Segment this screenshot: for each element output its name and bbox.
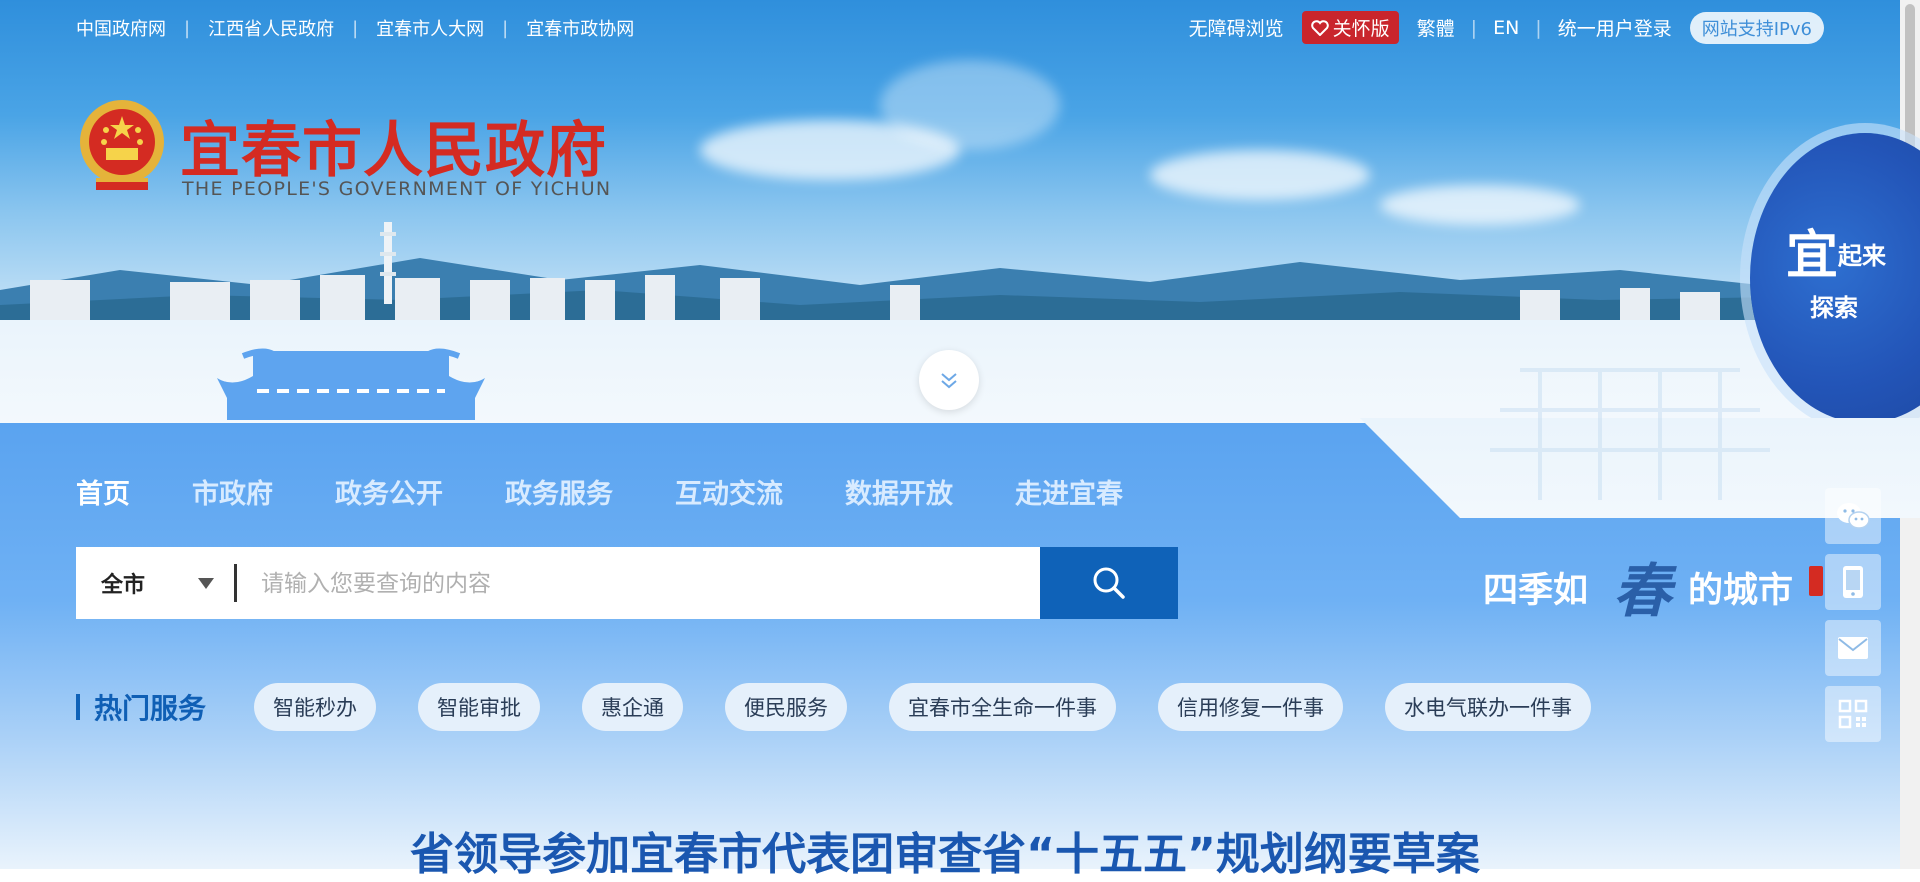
scroll-down-button[interactable] — [919, 350, 979, 410]
seal-stamp-icon — [1809, 566, 1823, 596]
separator: | — [352, 17, 359, 39]
top-right-tools: 无障碍浏览 关怀版 繁體 | EN | 统一用户登录 网站支持IPv6 — [1189, 11, 1824, 44]
link-gov-cn[interactable]: 中国政府网 — [76, 15, 166, 41]
wechat-button[interactable] — [1825, 488, 1881, 544]
separator: | — [502, 17, 509, 39]
hot-services-label: 热门服务 — [94, 692, 207, 725]
search-icon — [1093, 567, 1125, 599]
pagoda — [380, 222, 396, 304]
service-chip[interactable]: 便民服务 — [725, 683, 848, 731]
login-link[interactable]: 统一用户登录 — [1558, 14, 1672, 41]
city-slogan: 四季如 春 的城市 — [1483, 552, 1823, 632]
care-mode-label: 关怀版 — [1332, 18, 1390, 40]
hot-services: 热门服务 智能秒办 智能审批 惠企通 便民服务 宜春市全生命一件事 信用修复一件… — [76, 683, 1633, 731]
search-button[interactable] — [1040, 547, 1178, 619]
heart-icon — [1310, 19, 1329, 36]
service-chip[interactable]: 智能秒办 — [254, 683, 377, 731]
service-chip[interactable]: 宜春市全生命一件事 — [889, 683, 1117, 731]
service-chip[interactable]: 惠企通 — [582, 683, 684, 731]
main-nav: 首页 市政府 政务公开 政务服务 互动交流 数据开放 走进宜春 — [76, 472, 1185, 511]
city-skyline — [0, 258, 1900, 330]
headline-news-title[interactable]: 省领导参加宜春市代表团审查省“十五五”规划纲要草案 — [0, 818, 1890, 882]
english-link[interactable]: EN — [1493, 17, 1519, 39]
service-chip[interactable]: 智能审批 — [418, 683, 541, 731]
explore-badge-big-char: 宜 — [1786, 225, 1839, 286]
cloud — [1150, 150, 1370, 200]
link-jiangxi-gov[interactable]: 江西省人民政府 — [208, 15, 334, 41]
separator: | — [1535, 16, 1542, 39]
search-scope-value: 全市 — [101, 573, 146, 598]
national-emblem-icon — [80, 100, 164, 190]
pavilion-decoration — [1490, 368, 1770, 500]
site-title-en: THE PEOPLE'S GOVERNMENT OF YICHUN — [182, 178, 612, 200]
site-title-cn: 宜春市人民政府 — [180, 116, 607, 186]
explore-badge-small-text: 起来 — [1838, 242, 1886, 270]
nav-home[interactable]: 首页 — [76, 472, 130, 511]
separator: | — [1470, 16, 1478, 39]
qrcode-button[interactable] — [1825, 686, 1881, 742]
care-mode-button[interactable]: 关怀版 — [1301, 11, 1399, 44]
nav-city-government[interactable]: 市政府 — [192, 472, 273, 511]
qrcode-icon — [1838, 699, 1868, 729]
slogan-left: 四季如 — [1483, 570, 1589, 611]
side-toolbar — [1825, 488, 1881, 742]
caret-down-icon — [198, 577, 214, 589]
mobile-icon — [1843, 566, 1863, 598]
traditional-chinese-link[interactable]: 繁體 — [1417, 14, 1455, 41]
gate-roof-decoration — [217, 348, 485, 420]
accessibility-link[interactable]: 无障碍浏览 — [1189, 14, 1284, 41]
nav-government-affairs-open[interactable]: 政务公开 — [335, 472, 443, 511]
ipv6-badge: 网站支持IPv6 — [1689, 11, 1824, 44]
wechat-icon — [1837, 503, 1870, 529]
link-yichun-cppcc[interactable]: 宜春市政协网 — [526, 15, 634, 41]
nav-government-services[interactable]: 政务服务 — [505, 472, 613, 511]
mobile-button[interactable] — [1825, 554, 1881, 610]
search-input[interactable] — [237, 552, 1040, 614]
service-chip[interactable]: 信用修复一件事 — [1158, 683, 1344, 731]
nav-open-data[interactable]: 数据开放 — [845, 472, 953, 511]
link-yichun-npc[interactable]: 宜春市人大网 — [376, 15, 484, 41]
slogan-spring-char: 春 — [1613, 557, 1672, 625]
explore-badge-bottom-text: 探索 — [1810, 294, 1858, 322]
double-chevron-down-icon — [941, 373, 957, 389]
service-chip[interactable]: 水电气联办一件事 — [1385, 683, 1592, 731]
mail-icon — [1838, 637, 1868, 659]
cloud — [1380, 185, 1580, 225]
cloud — [880, 60, 1060, 150]
separator: | — [184, 17, 191, 39]
search-scope-select[interactable]: 全市 — [76, 567, 234, 599]
section-marker — [76, 694, 80, 720]
slogan-right: 的城市 — [1688, 570, 1794, 611]
mail-button[interactable] — [1825, 620, 1881, 676]
top-links: 中国政府网 | 江西省人民政府 | 宜春市人大网 | 宜春市政协网 — [76, 15, 634, 41]
nav-about-yichun[interactable]: 走进宜春 — [1015, 472, 1123, 511]
search-bar: 全市 — [76, 547, 1178, 619]
nav-interaction[interactable]: 互动交流 — [675, 472, 783, 511]
